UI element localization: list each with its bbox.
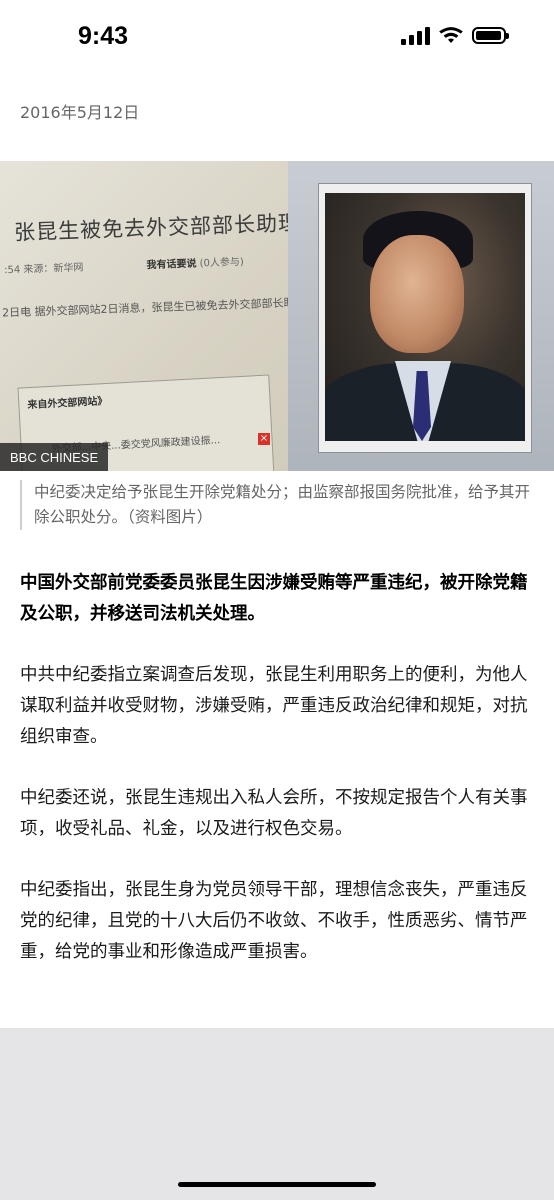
article-paragraph: 中纪委还说，张昆生违规出入私人会所，不按规定报告个人有关事项，收受礼品、礼金，以… xyxy=(20,788,528,839)
article-date: 2016年5月12日 xyxy=(20,103,140,122)
article-paragraph: 中纪委指出，张昆生身为党员领导干部，理想信念丧失，严重违反党的纪律，且党的十八大… xyxy=(20,880,528,962)
battery-icon xyxy=(472,27,509,44)
wifi-icon xyxy=(439,27,463,43)
photo-screen-box-title: 来自外交部网站》 xyxy=(27,395,108,412)
article-photo[interactable]: 张昆生被免去外交部部长助理职务 :54 来源：新华网 我有话要说 (0人参与) … xyxy=(0,161,554,471)
photo-screen-comment-count: (0人参与) xyxy=(199,256,245,270)
cellular-signal-icon xyxy=(401,26,430,45)
article-paragraph: 中共中纪委指立案调查后发现，张昆生利用职务上的便利，为他人谋取利益并收受财物，涉… xyxy=(20,665,528,747)
article-body: 中国外交部前党委委员张昆生因涉嫌受贿等严重违纪，被开除党籍及公职，并移送司法机关… xyxy=(20,568,534,998)
photo-credit-badge: BBC CHINESE xyxy=(0,443,109,471)
status-bar: 9:43 xyxy=(0,0,554,74)
photo-caption: 中纪委决定给予张昆生开除党籍处分；由监察部报国务院批准，给予其开除公职处分。（资… xyxy=(20,480,534,530)
photo-screen-comment: 我有话要说 xyxy=(146,258,197,272)
status-icons xyxy=(401,26,509,45)
status-time: 9:43 xyxy=(78,22,129,50)
portrait-face xyxy=(370,235,464,353)
photo-screen-close-icon: × xyxy=(258,433,270,445)
article-lead-paragraph: 中国外交部前党委委员张昆生因涉嫌受贿等严重违纪，被开除党籍及公职，并移送司法机关… xyxy=(20,573,528,624)
home-indicator[interactable] xyxy=(178,1182,376,1187)
portrait-image xyxy=(325,193,525,441)
article-page: 9:43 2016年5月12日 张昆生被免去外交部部长助理职务 :54 来源：新… xyxy=(0,0,554,1028)
